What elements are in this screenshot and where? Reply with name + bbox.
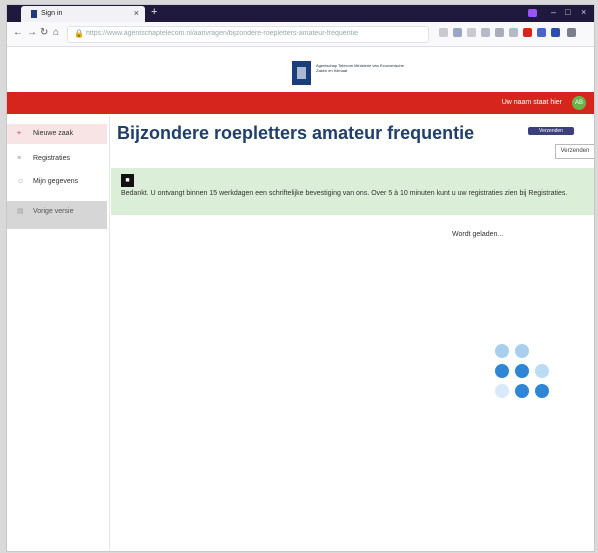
extension-icon[interactable]	[528, 9, 537, 17]
plus-icon: +	[17, 130, 22, 137]
maximize-icon[interactable]: □	[565, 7, 570, 17]
spinner-dot	[535, 384, 549, 398]
page-title: Bijzondere roepletters amateur frequenti…	[117, 123, 475, 143]
reload-icon[interactable]: ↻	[40, 27, 48, 38]
person-icon: ☺	[17, 178, 25, 185]
menu-dots-icon[interactable]	[439, 28, 448, 37]
sidebar-item-label: Mijn gegevens	[33, 178, 79, 185]
home-icon[interactable]: ⌂	[53, 27, 59, 38]
spinner-dot	[495, 344, 509, 358]
close-window-icon[interactable]: ×	[581, 7, 586, 17]
top-bar: Uw naam staat hier AB	[7, 92, 594, 114]
site-logo[interactable]: Agentschap Telecom Ministerie van Econom…	[292, 61, 412, 89]
sidebar-item-label: Registraties	[33, 155, 70, 162]
browser-window: Sign in × + – □ × ← → ↻ ⌂ 🔒 https://www.…	[6, 4, 595, 552]
tab-strip: Sign in × + – □ ×	[7, 5, 594, 22]
sidebar-item-label: Vorige versie	[33, 208, 74, 215]
browser-toolbar: ← → ↻ ⌂ 🔒 https://www.agentschaptelecom.…	[7, 22, 594, 47]
addon-red-icon[interactable]	[523, 28, 532, 37]
rijksoverheid-emblem-icon	[292, 61, 311, 85]
spinner-dot	[535, 364, 549, 378]
forward-icon[interactable]: →	[27, 27, 37, 38]
header-action-button[interactable]: Verzenden	[528, 127, 574, 135]
minimize-icon[interactable]: –	[551, 7, 556, 17]
sidebar-toggle-icon[interactable]	[495, 28, 504, 37]
addon-blue-icon[interactable]	[537, 28, 546, 37]
avatar[interactable]: AB	[572, 96, 586, 110]
success-notice: ■ Bedankt. U ontvangt binnen 15 werkdage…	[111, 168, 594, 215]
user-name[interactable]: Uw naam staat hier	[502, 99, 562, 106]
spinner-dot	[515, 344, 529, 358]
tab-title: Sign in	[41, 10, 63, 17]
spinner-dot	[515, 364, 529, 378]
site-header: Agentschap Telecom Ministerie van Econom…	[7, 47, 594, 92]
sidebar-item-registraties[interactable]: ≡ Registraties	[7, 149, 107, 169]
url-text: https://www.agentschaptelecom.nl/aanvrag…	[86, 30, 358, 37]
sidebar-item-nieuwe-zaak[interactable]: + Nieuwe zaak	[7, 124, 107, 144]
hamburger-menu-icon[interactable]	[567, 28, 576, 37]
sidebar-item-label: Nieuwe zaak	[33, 130, 74, 137]
star-icon[interactable]	[467, 28, 476, 37]
spinner-dot	[515, 384, 529, 398]
sidebar-item-mijn-gegevens[interactable]: ☺ Mijn gegevens	[7, 172, 107, 192]
address-bar[interactable]: 🔒 https://www.agentschaptelecom.nl/aanvr…	[67, 26, 429, 43]
logo-text: Agentschap Telecom Ministerie van Econom…	[316, 63, 404, 73]
library-icon[interactable]	[481, 28, 490, 37]
spinner-dot	[495, 364, 509, 378]
close-tab-icon[interactable]: ×	[134, 8, 139, 18]
browser-tab[interactable]: Sign in ×	[21, 6, 145, 22]
send-button[interactable]: Verzenden	[555, 144, 594, 159]
document-icon: ▤	[17, 208, 24, 215]
favicon-icon	[31, 10, 37, 18]
sidebar: + Nieuwe zaak ≡ Registraties ☺ Mijn gege…	[7, 116, 110, 551]
loading-spinner-icon	[495, 344, 555, 404]
list-icon: ≡	[17, 155, 22, 162]
sync-icon[interactable]	[509, 28, 518, 37]
pocket-icon[interactable]	[453, 28, 462, 37]
lock-icon: 🔒	[74, 29, 84, 38]
spinner-dot	[495, 384, 509, 398]
notice-icon: ■	[121, 174, 134, 187]
new-tab-button[interactable]: +	[151, 6, 157, 18]
back-icon[interactable]: ←	[13, 27, 23, 38]
loading-text: Wordt geladen...	[452, 231, 504, 238]
notice-text: Bedankt. U ontvangt binnen 15 werkdagen …	[121, 190, 568, 197]
word-icon[interactable]	[551, 28, 560, 37]
sidebar-item-vorige-versie[interactable]: ▤ Vorige versie	[7, 201, 107, 229]
